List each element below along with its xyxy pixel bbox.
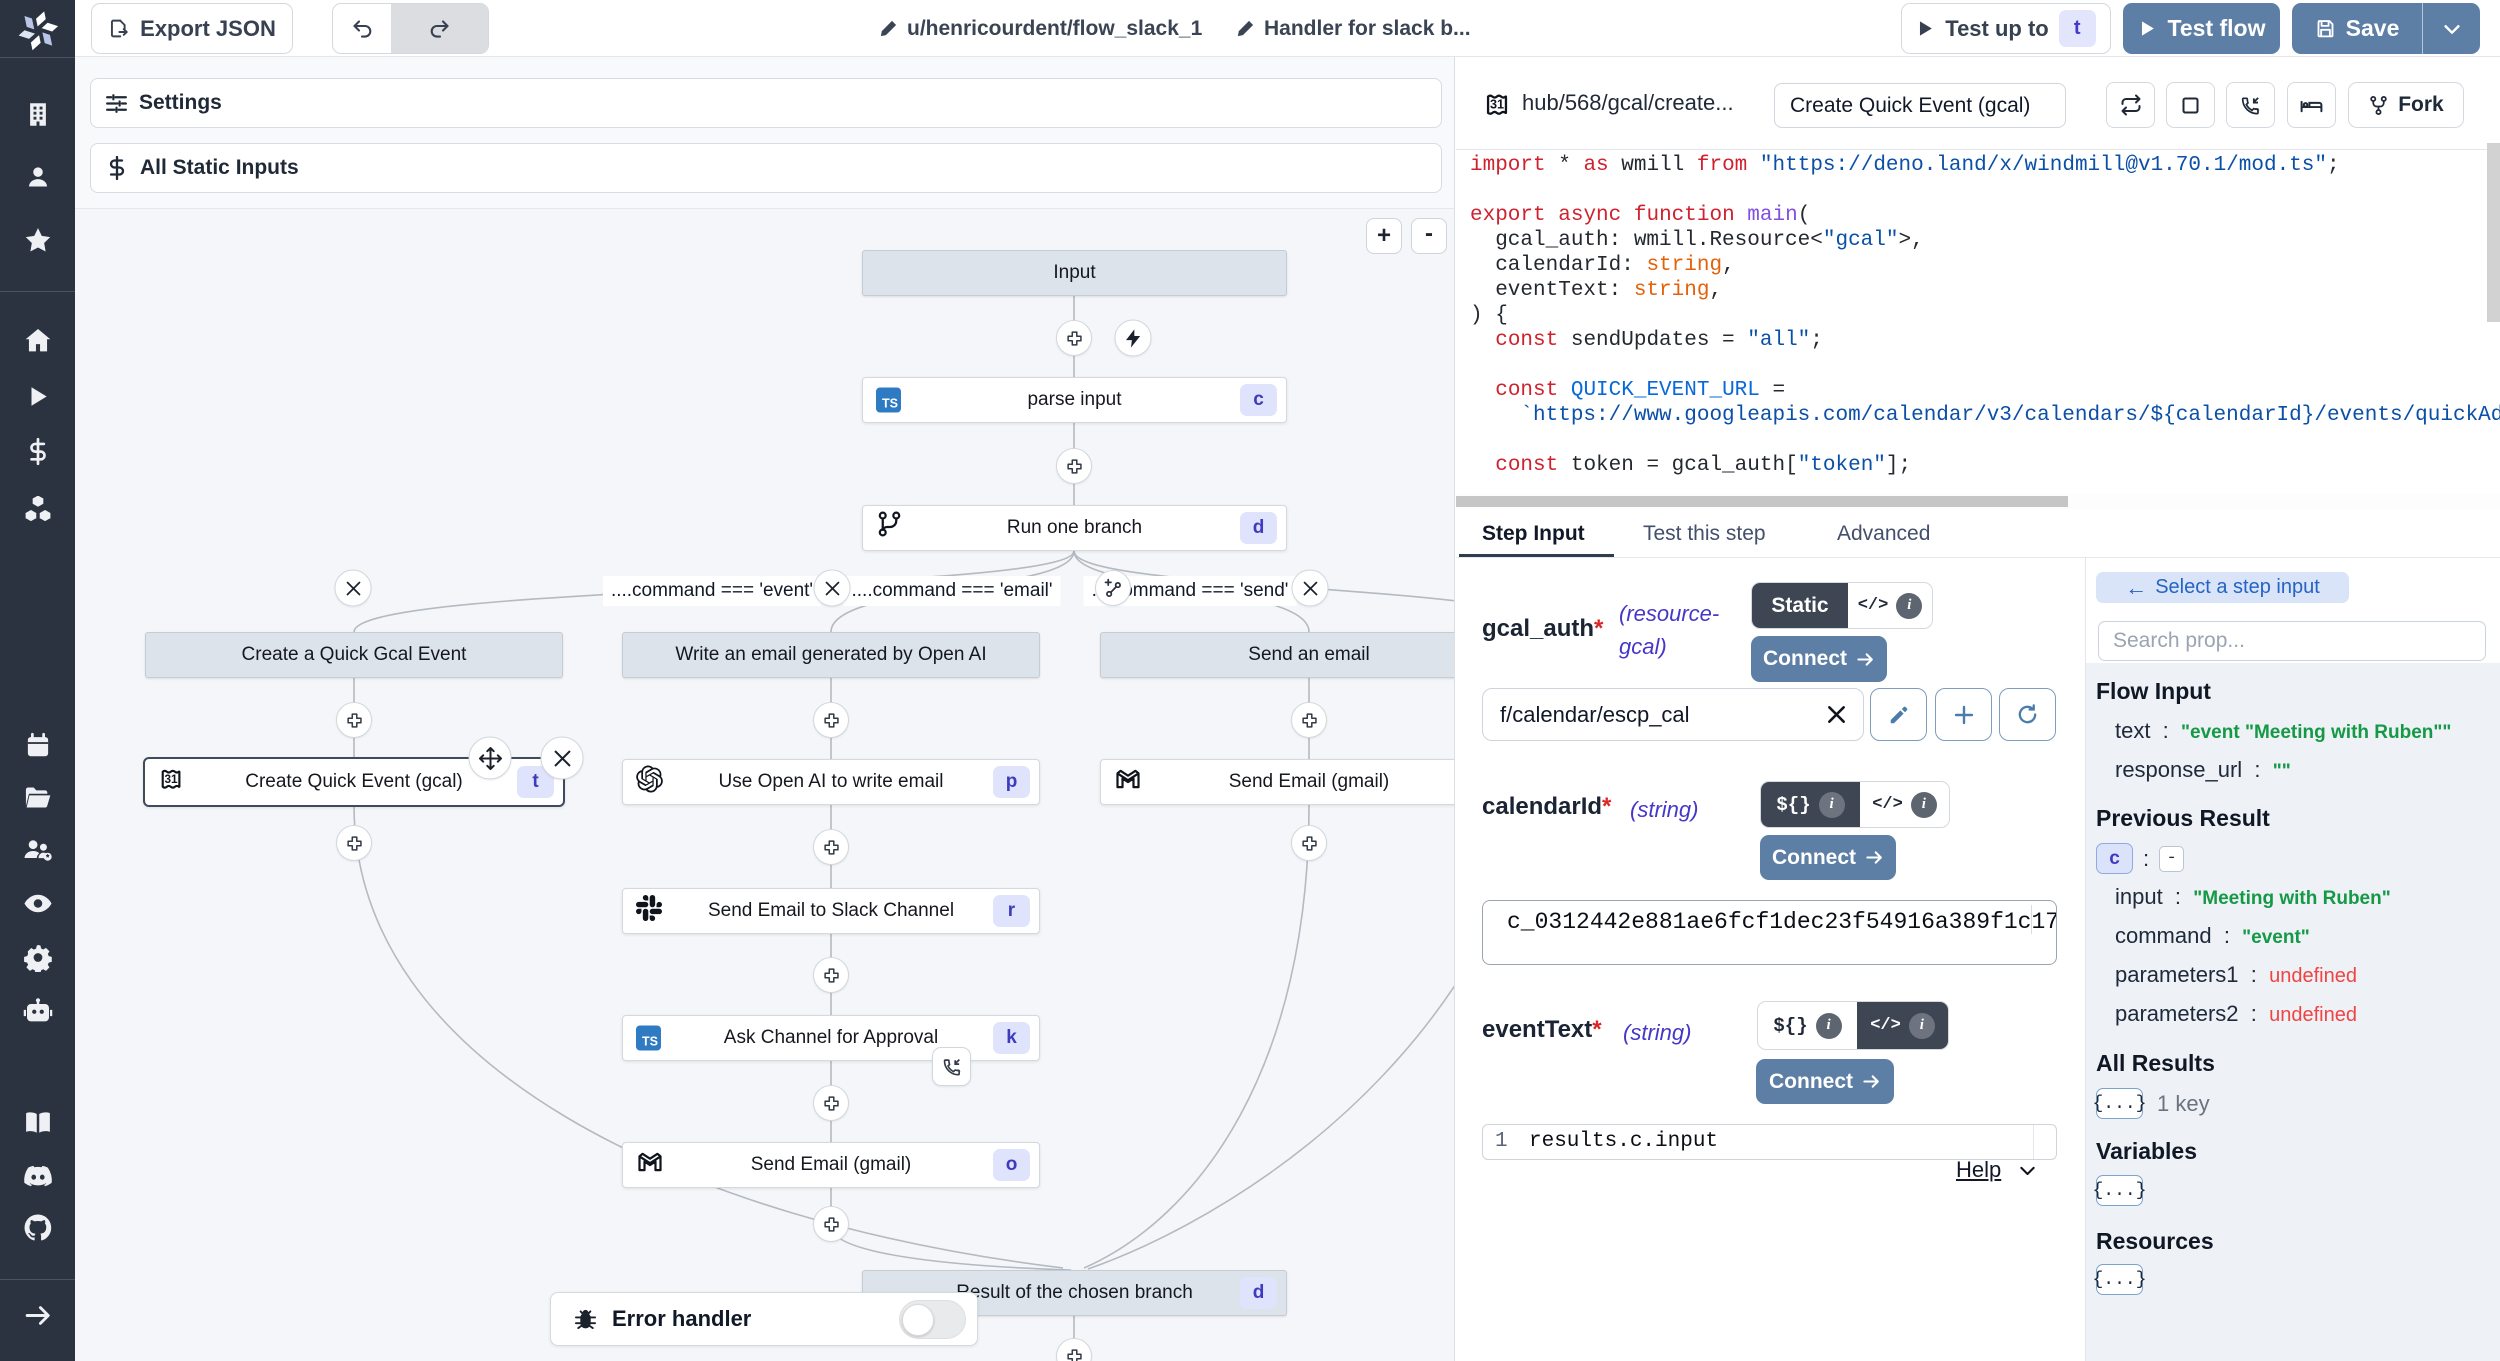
svg-text:31: 31	[1490, 98, 1504, 112]
